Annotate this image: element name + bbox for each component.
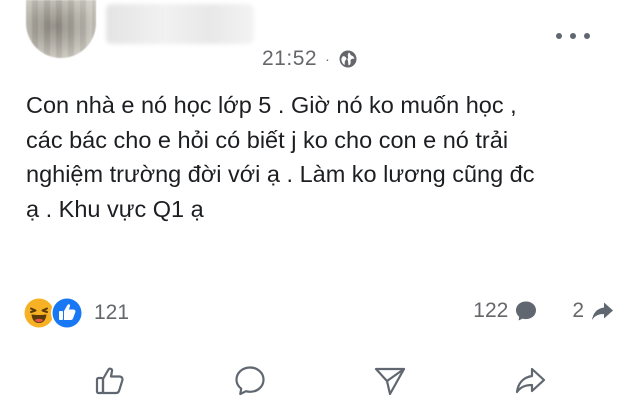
- reactions-summary[interactable]: 121: [22, 296, 129, 330]
- share-arrow-icon: [592, 302, 613, 320]
- thumbs-up-icon: [95, 367, 124, 395]
- more-dot-2: [570, 33, 576, 39]
- globe-icon[interactable]: [338, 49, 358, 69]
- facebook-post: 21:52 · Con nhà e nó học lớp 5 . Giờ nó …: [0, 0, 640, 414]
- share-count[interactable]: 2: [572, 299, 614, 323]
- share-icon: [515, 367, 546, 394]
- post-stats: 122 2: [473, 299, 614, 323]
- share-count-value: 2: [572, 299, 584, 322]
- post-time[interactable]: 21:52: [262, 47, 317, 71]
- send-icon: [374, 367, 406, 396]
- share-button[interactable]: [500, 356, 560, 406]
- comment-count-value: 122: [473, 299, 509, 322]
- comment-bubble-icon: [516, 301, 537, 321]
- reaction-count: 121: [94, 301, 130, 324]
- send-button[interactable]: [360, 356, 420, 406]
- more-dot-1: [556, 33, 562, 39]
- like-reaction-icon: [51, 297, 83, 329]
- avatar[interactable]: [26, 0, 96, 58]
- more-dot-3: [584, 33, 590, 39]
- more-options-icon[interactable]: [556, 26, 590, 46]
- action-bar: [0, 350, 640, 412]
- post-text: Con nhà e nó học lớp 5 . Giờ nó ko muốn …: [26, 92, 535, 222]
- comment-icon: [235, 366, 265, 396]
- like-button[interactable]: [80, 356, 140, 406]
- meta-separator: ·: [325, 51, 331, 67]
- post-meta: 21:52 ·: [262, 46, 358, 72]
- comment-button[interactable]: [220, 356, 280, 406]
- comment-count[interactable]: 122: [473, 299, 538, 323]
- author-name-redacted[interactable]: [106, 4, 254, 44]
